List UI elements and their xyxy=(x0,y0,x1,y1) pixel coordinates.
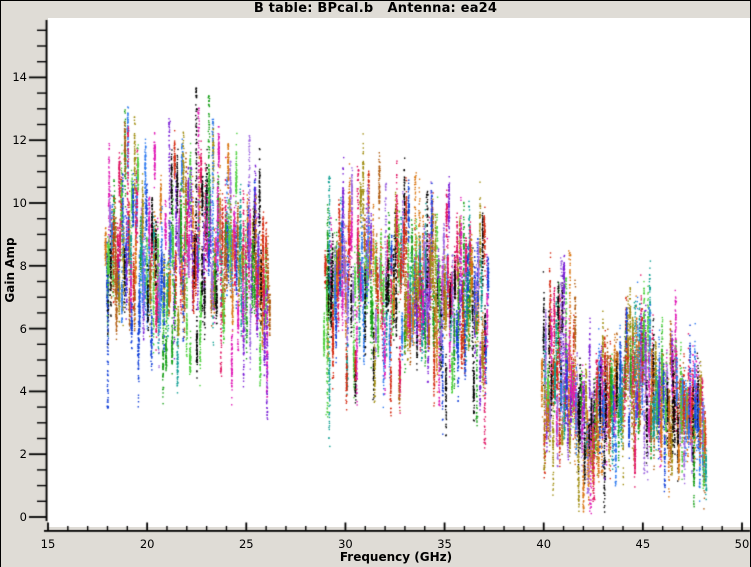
x-tick-label: 15 xyxy=(31,537,65,551)
x-tick-label: 20 xyxy=(130,537,164,551)
y-tick-label: 0 xyxy=(0,510,27,524)
x-tick-label: 40 xyxy=(527,537,561,551)
plot-window: B table: BPcal.b Antenna: ea24 Gain Amp … xyxy=(0,0,751,567)
x-tick-label: 25 xyxy=(229,537,263,551)
y-tick-label: 2 xyxy=(0,447,27,461)
chart-canvas xyxy=(0,0,751,567)
y-tick-label: 12 xyxy=(0,133,27,147)
y-tick-label: 8 xyxy=(0,259,27,273)
y-tick-label: 4 xyxy=(0,384,27,398)
x-tick-label: 50 xyxy=(725,537,751,551)
y-tick-label: 6 xyxy=(0,322,27,336)
x-axis-title: Frequency (GHz) xyxy=(296,550,496,564)
x-tick-label: 45 xyxy=(626,537,660,551)
x-tick-label: 35 xyxy=(428,537,462,551)
y-tick-label: 10 xyxy=(0,196,27,210)
y-tick-label: 14 xyxy=(0,70,27,84)
x-tick-label: 30 xyxy=(328,537,362,551)
